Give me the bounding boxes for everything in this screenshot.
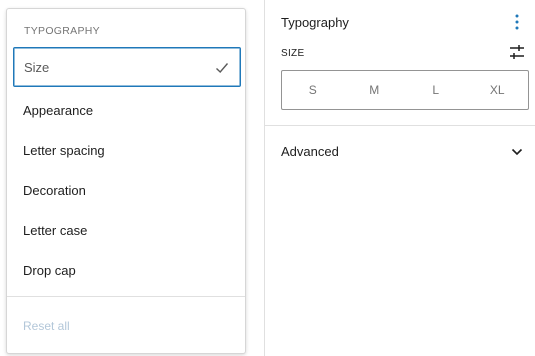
menu-item-label: Appearance xyxy=(23,102,94,118)
sidebar-border xyxy=(264,0,265,356)
menu-item-decoration[interactable]: Decoration xyxy=(13,170,241,210)
size-option-xl[interactable]: XL xyxy=(467,71,529,109)
section-divider xyxy=(265,125,535,126)
kebab-icon[interactable] xyxy=(510,13,524,31)
advanced-label: Advanced xyxy=(281,144,339,159)
menu-item-label: Decoration xyxy=(23,182,86,198)
chevron-down-icon xyxy=(511,148,523,156)
menu-item-appearance[interactable]: Appearance xyxy=(13,90,241,130)
font-size-toggle-group: S M L XL xyxy=(281,70,529,110)
panel-title: Typography xyxy=(281,15,349,30)
menu-item-letter-spacing[interactable]: Letter spacing xyxy=(13,130,241,170)
advanced-panel-toggle[interactable]: Advanced xyxy=(265,133,535,171)
menu-item-letter-case[interactable]: Letter case xyxy=(13,210,241,250)
reset-all-button[interactable]: Reset all xyxy=(23,319,70,333)
menu-item-label: Size xyxy=(24,59,50,75)
menu-item-label: Drop cap xyxy=(23,262,76,278)
typography-options-menu: TYPOGRAPHY Size Appearance Letter spacin… xyxy=(6,8,246,354)
size-option-m[interactable]: M xyxy=(344,71,406,109)
menu-item-label: Letter case xyxy=(23,222,88,238)
menu-item-label: Letter spacing xyxy=(23,142,105,158)
size-option-l[interactable]: L xyxy=(405,71,467,109)
size-label: SIZE xyxy=(281,48,305,59)
menu-heading: TYPOGRAPHY xyxy=(24,25,100,37)
menu-divider xyxy=(7,296,245,297)
check-icon xyxy=(216,63,229,74)
menu-item-drop-cap[interactable]: Drop cap xyxy=(13,250,241,290)
size-option-s[interactable]: S xyxy=(282,71,344,109)
menu-item-size[interactable]: Size xyxy=(13,47,241,87)
sliders-icon[interactable] xyxy=(508,43,526,61)
